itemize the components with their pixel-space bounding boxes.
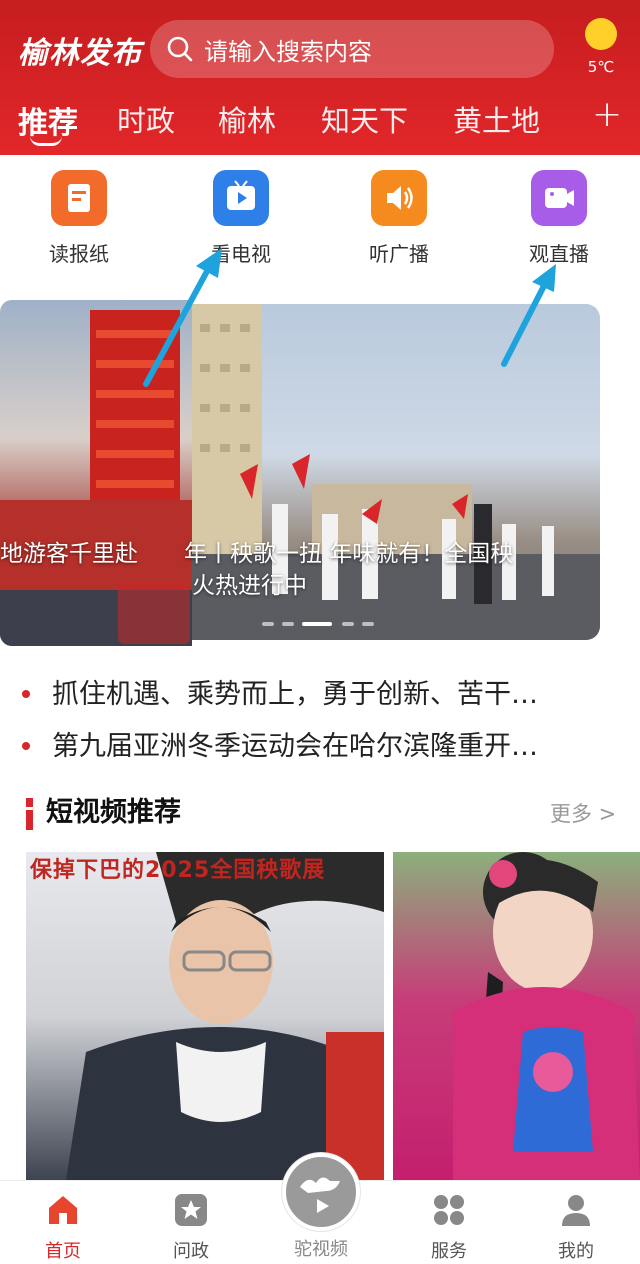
entry-live[interactable]: 观直播 [509, 170, 609, 267]
camel-play-icon[interactable] [282, 1153, 360, 1231]
search-bar[interactable]: 请输入搜索内容 [150, 20, 554, 78]
carousel-dot [282, 622, 294, 626]
star-icon [174, 1193, 208, 1227]
channel-tabs: 推荐 时政 榆林 知天下 黄土地 + [0, 94, 640, 148]
headline-list: 抓住机遇、乘势而上，勇于创新、苦干… 第九届亚洲冬季运动会在哈尔滨隆重开… [0, 672, 640, 776]
weather-widget[interactable]: 5℃ [578, 18, 624, 76]
entry-radio[interactable]: 听广播 [349, 170, 449, 267]
video-card[interactable] [393, 852, 640, 1180]
carousel-caption-line2: 火热进行中 [192, 573, 307, 599]
tab-loess[interactable]: 黄土地 [453, 98, 540, 140]
header: 榆林发布 请输入搜索内容 5℃ 推荐 时政 榆林 知天下 黄土地 + [0, 0, 640, 155]
tabbar-label[interactable]: 驼视频 [281, 1235, 361, 1261]
tab-yulin[interactable]: 榆林 [218, 98, 276, 140]
video-card[interactable]: 保掉下巴的2025全国秧歌展 [26, 852, 384, 1180]
newspaper-icon [51, 170, 107, 226]
tv-icon [213, 170, 269, 226]
carousel-dot-active [302, 622, 332, 626]
tabbar-label: 服务 [431, 1241, 467, 1262]
user-icon [559, 1193, 593, 1227]
tabbar-label: 问政 [173, 1241, 209, 1262]
bullet-dot [22, 742, 30, 750]
tab-world[interactable]: 知天下 [321, 98, 408, 140]
entry-newspaper[interactable]: 读报纸 [29, 170, 129, 267]
temperature: 5℃ [587, 58, 615, 76]
entry-label: 听广播 [369, 242, 429, 266]
app-screen: 榆林发布 请输入搜索内容 5℃ 推荐 时政 榆林 知天下 黄土地 + 读报纸 看… [0, 0, 640, 1264]
search-icon [167, 36, 193, 62]
short-video-section-header: 短视频推荐 更多 > [0, 790, 640, 834]
tabbar-wenzheng[interactable]: 问政 [146, 1193, 236, 1263]
carousel-dot [362, 622, 374, 626]
live-video-icon [531, 170, 587, 226]
headline-item[interactable]: 抓住机遇、乘势而上，勇于创新、苦干… [0, 672, 640, 724]
section-marker-icon [26, 798, 33, 830]
more-link[interactable]: 更多 > [550, 798, 616, 828]
add-channel-button[interactable]: + [592, 94, 622, 135]
tab-politics[interactable]: 时政 [117, 98, 175, 140]
home-icon [46, 1193, 80, 1227]
headline-text: 抓住机遇、乘势而上，勇于创新、苦干… [52, 679, 538, 710]
bottom-tab-bar: 首页 问政 驼视频 服务 我的 [0, 1153, 640, 1264]
radio-icon [371, 170, 427, 226]
quick-entries: 读报纸 看电视 听广播 观直播 [0, 170, 640, 270]
search-placeholder: 请输入搜索内容 [204, 37, 372, 66]
tabbar-label: 首页 [45, 1241, 81, 1262]
carousel-caption-prev: 地游客千里赴 [0, 541, 138, 567]
carousel-caption: 地游客千里赴 年丨秧歌一扭 年味就有！全国秧 火热进行中 [0, 538, 640, 602]
grid-icon [432, 1193, 466, 1227]
carousel-dot [342, 622, 354, 626]
video-overlay-text: 保掉下巴的2025全国秧歌展 [30, 858, 326, 883]
sun-icon [585, 18, 617, 50]
tabbar-service[interactable]: 服务 [404, 1193, 494, 1263]
entry-label: 读报纸 [49, 242, 109, 266]
headline-text: 第九届亚洲冬季运动会在哈尔滨隆重开… [52, 731, 538, 762]
headline-item[interactable]: 第九届亚洲冬季运动会在哈尔滨隆重开… [0, 724, 640, 776]
tabbar-label: 我的 [558, 1241, 594, 1262]
tabbar-mine[interactable]: 我的 [531, 1193, 621, 1263]
carousel-dot [262, 622, 274, 626]
carousel-caption-line1: 年丨秧歌一扭 年味就有！全国秧 [184, 541, 514, 567]
annotation-arrow-icon [501, 264, 556, 367]
section-title: 短视频推荐 [46, 797, 181, 828]
app-logo: 榆林发布 [18, 36, 142, 71]
bullet-dot [22, 690, 30, 698]
active-tab-indicator [30, 136, 62, 146]
short-video-list: 保掉下巴的2025全国秧歌展 [0, 852, 640, 1180]
tabbar-home[interactable]: 首页 [18, 1193, 108, 1263]
annotation-arrow-icon [143, 248, 222, 387]
